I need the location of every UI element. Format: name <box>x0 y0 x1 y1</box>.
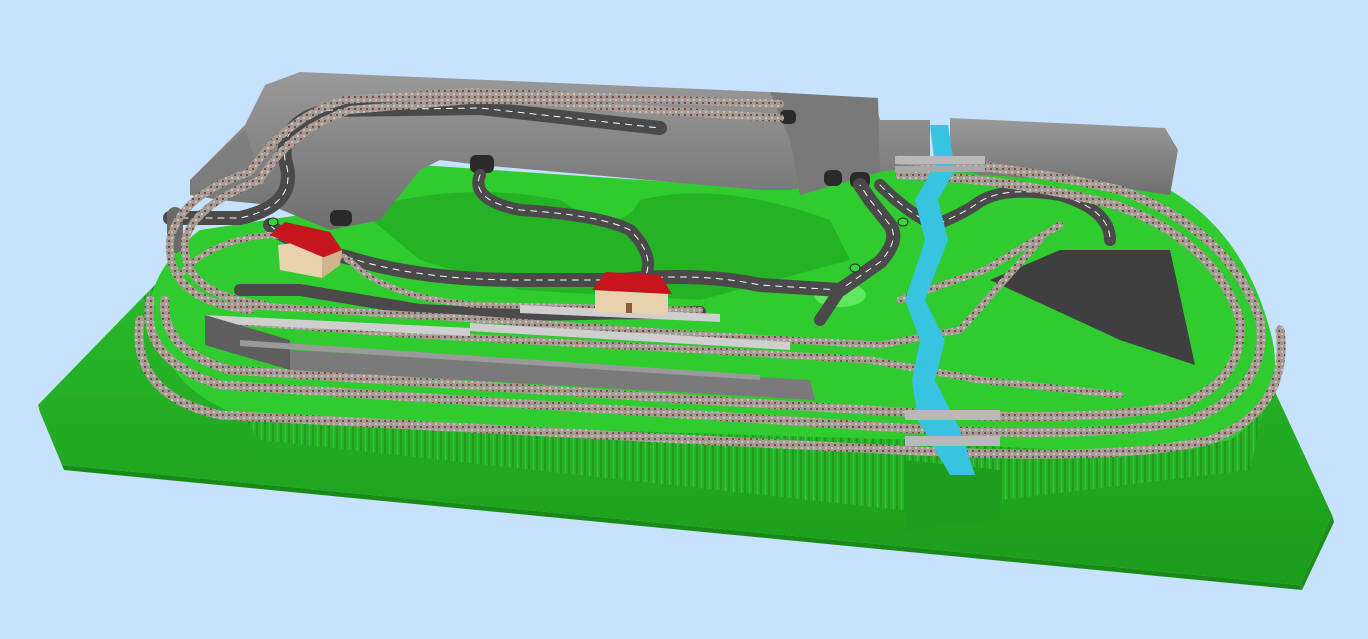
3d-layout-viewport[interactable] <box>0 0 1368 639</box>
track-layout-render[interactable] <box>0 0 1368 639</box>
tunnel-portal <box>824 170 842 186</box>
tunnel-portal <box>330 210 352 226</box>
